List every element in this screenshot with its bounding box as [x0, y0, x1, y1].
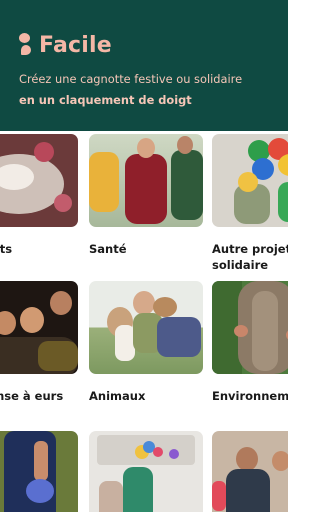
flowers-bouquet-photo [0, 431, 78, 512]
celebration-confetti-photo [0, 134, 78, 227]
category-label: Autre projet solidaire [212, 242, 288, 272]
birthday-party-photo [212, 431, 288, 512]
category-label: Santé [89, 242, 127, 256]
category-card[interactable] [89, 431, 203, 512]
tagline: Créez une cagnotte festive ou solidaire [19, 72, 243, 86]
category-card[interactable]: ements [0, 134, 78, 256]
category-grid: ements Santé Autre projet solidaire [0, 131, 288, 512]
brand-mark-icon [19, 33, 33, 57]
boys-with-dog-photo [89, 281, 203, 374]
brand-name: Facile [39, 32, 112, 58]
party-decorations-photo [89, 431, 203, 512]
brand-logo: Facile [19, 30, 112, 60]
category-label: Environneme [212, 389, 288, 403]
category-card[interactable] [212, 431, 288, 512]
header: Facile Créez une cagnotte festive ou sol… [0, 0, 288, 131]
tagline-emphasis: en un claquement de doigt [19, 93, 192, 107]
category-card[interactable]: Santé [89, 134, 203, 256]
category-label: ements [0, 242, 13, 256]
category-card[interactable]: Autre projet solidaire [212, 134, 288, 272]
category-label: Animaux [89, 389, 146, 403]
category-label: dépense à eurs [0, 389, 64, 403]
category-card[interactable]: Animaux [89, 281, 203, 403]
evening-gathering-photo [0, 281, 78, 374]
category-card[interactable]: Environneme [212, 281, 288, 403]
category-card[interactable]: dépense à eurs [0, 281, 78, 403]
category-card[interactable] [0, 431, 78, 512]
hugging-tree-photo [212, 281, 288, 374]
child-with-toys-photo [212, 134, 288, 227]
group-of-men-photo [89, 134, 203, 227]
